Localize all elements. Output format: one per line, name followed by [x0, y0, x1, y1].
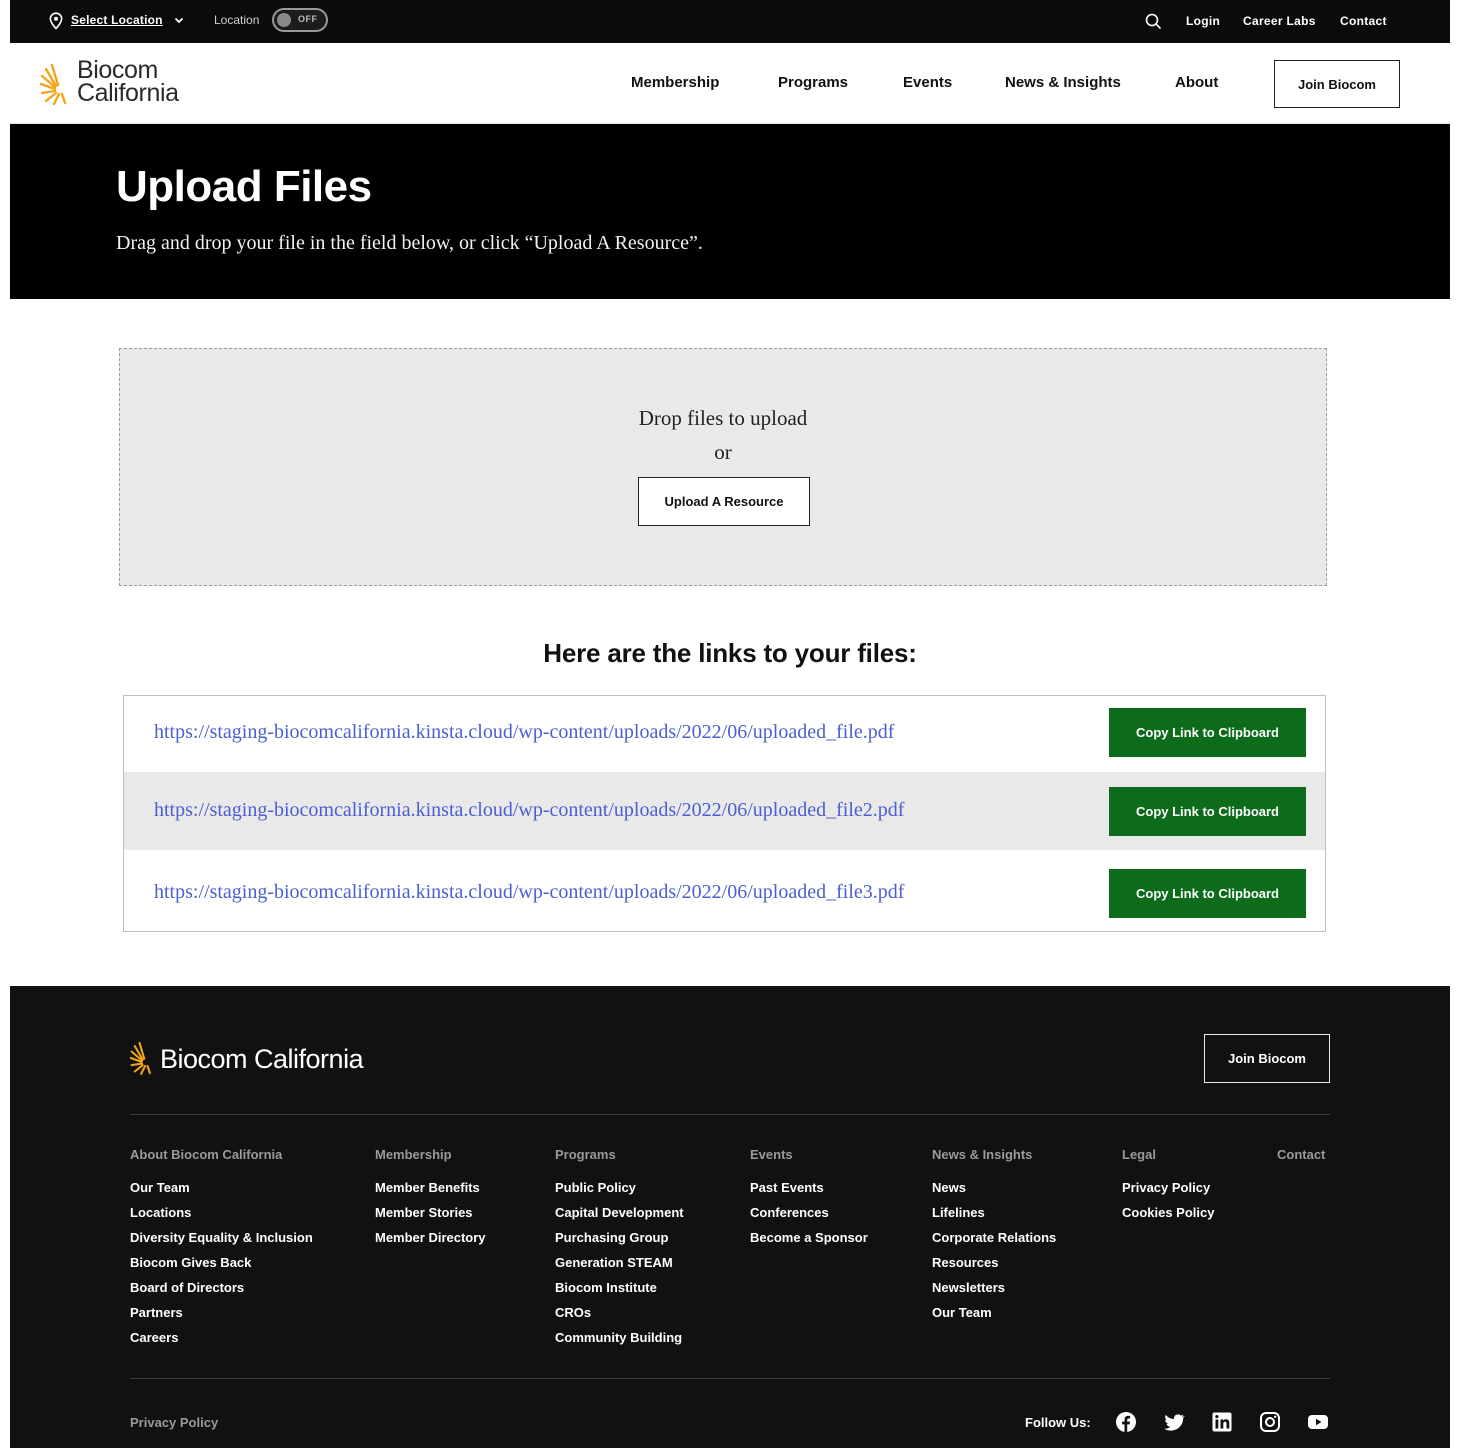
- footer-link[interactable]: Community Building: [555, 1330, 684, 1355]
- facebook-icon[interactable]: [1115, 1411, 1137, 1433]
- location-pin-icon: [49, 12, 63, 30]
- footer-col-heading: About Biocom California: [130, 1147, 283, 1162]
- footer-contact-heading[interactable]: Contact: [1277, 1147, 1325, 1180]
- footer-link[interactable]: Capital Development: [555, 1205, 684, 1230]
- footer-link[interactable]: Conferences: [750, 1205, 868, 1230]
- career-labs-link[interactable]: Career Labs: [1243, 14, 1316, 28]
- biocom-logo[interactable]: Biocom California: [40, 58, 210, 109]
- file-link-url[interactable]: https://staging-biocomcalifornia.kinsta.…: [154, 881, 904, 904]
- footer-col-events: Events Past Events Conferences Become a …: [750, 1147, 868, 1255]
- footer-link[interactable]: Member Stories: [375, 1205, 486, 1230]
- linkedin-icon[interactable]: [1211, 1411, 1233, 1433]
- toggle-state: OFF: [298, 14, 318, 24]
- nav-membership[interactable]: Membership: [631, 74, 719, 91]
- toggle-knob: [277, 13, 291, 27]
- footer-col-contact: Contact: [1277, 1147, 1325, 1180]
- page-title: Upload Files: [116, 162, 372, 211]
- footer-col-heading: Programs: [555, 1147, 616, 1162]
- select-location-link[interactable]: Select Location: [71, 13, 163, 27]
- footer-link[interactable]: Careers: [130, 1330, 313, 1355]
- footer-divider: [130, 1114, 1330, 1115]
- footer-link[interactable]: Biocom Gives Back: [130, 1255, 313, 1280]
- footer-link[interactable]: Privacy Policy: [1122, 1180, 1214, 1205]
- footer-link[interactable]: Become a Sponsor: [750, 1230, 868, 1255]
- footer-link[interactable]: Partners: [130, 1305, 313, 1330]
- footer-col-heading: Membership: [375, 1147, 452, 1162]
- footer-col-legal: Legal Privacy Policy Cookies Policy: [1122, 1147, 1214, 1230]
- drop-files-text: Drop files to upload: [638, 406, 808, 430]
- footer-col-about: About Biocom California Our Team Locatio…: [130, 1147, 313, 1355]
- file-links-table: https://staging-biocomcalifornia.kinsta.…: [123, 695, 1326, 932]
- file-drop-zone[interactable]: Drop files to upload or Upload A Resourc…: [119, 348, 1327, 586]
- nav-news-insights[interactable]: News & Insights: [1005, 74, 1121, 91]
- upload-resource-button[interactable]: Upload A Resource: [638, 477, 810, 526]
- instagram-icon[interactable]: [1259, 1411, 1281, 1433]
- footer-col-heading: Legal: [1122, 1147, 1156, 1162]
- file-link-url[interactable]: https://staging-biocomcalifornia.kinsta.…: [154, 799, 904, 822]
- copy-link-button[interactable]: Copy Link to Clipboard: [1109, 869, 1306, 918]
- chevron-down-icon[interactable]: [173, 14, 185, 26]
- youtube-icon[interactable]: [1307, 1411, 1329, 1433]
- footer-col-membership: Membership Member Benefits Member Storie…: [375, 1147, 486, 1255]
- hero-banner: Upload Files Drag and drop your file in …: [10, 124, 1450, 299]
- footer-logo-wordmark: Biocom California: [160, 1044, 364, 1074]
- contact-link[interactable]: Contact: [1340, 14, 1387, 28]
- footer-col-heading: Events: [750, 1147, 793, 1162]
- nav-events[interactable]: Events: [903, 74, 952, 91]
- footer-col-news: News & Insights News Lifelines Corporate…: [932, 1147, 1056, 1330]
- follow-us-label: Follow Us:: [1025, 1415, 1091, 1430]
- footer-link[interactable]: Locations: [130, 1205, 313, 1230]
- footer-link[interactable]: Purchasing Group: [555, 1230, 684, 1255]
- copy-link-button[interactable]: Copy Link to Clipboard: [1109, 708, 1306, 757]
- utility-bar: Select Location Location OFF Login Caree…: [10, 0, 1450, 43]
- nav-about[interactable]: About: [1175, 74, 1218, 91]
- footer-link[interactable]: CROs: [555, 1305, 684, 1330]
- drop-or-text: or: [714, 440, 732, 464]
- page-subtitle: Drag and drop your file in the field bel…: [116, 232, 703, 254]
- footer-link[interactable]: Newsletters: [932, 1280, 1056, 1305]
- file-link-url[interactable]: https://staging-biocomcalifornia.kinsta.…: [154, 721, 894, 744]
- footer-link[interactable]: Diversity Equality & Inclusion: [130, 1230, 313, 1255]
- sunburst-logo-icon: [130, 1041, 151, 1075]
- twitter-icon[interactable]: [1163, 1411, 1185, 1433]
- file-link-row: https://staging-biocomcalifornia.kinsta.…: [124, 772, 1325, 850]
- nav-programs[interactable]: Programs: [778, 74, 848, 91]
- copy-link-button[interactable]: Copy Link to Clipboard: [1109, 787, 1306, 836]
- footer-link[interactable]: Biocom Institute: [555, 1280, 684, 1305]
- search-icon[interactable]: [1145, 13, 1162, 30]
- footer-link[interactable]: Past Events: [750, 1180, 868, 1205]
- footer-link[interactable]: Board of Directors: [130, 1280, 313, 1305]
- footer-link[interactable]: Public Policy: [555, 1180, 684, 1205]
- join-biocom-button[interactable]: Join Biocom: [1274, 60, 1400, 108]
- footer-link[interactable]: Lifelines: [932, 1205, 1056, 1230]
- file-link-row: https://staging-biocomcalifornia.kinsta.…: [124, 850, 1325, 931]
- footer-link[interactable]: Resources: [932, 1255, 1056, 1280]
- file-link-row: https://staging-biocomcalifornia.kinsta.…: [124, 696, 1325, 772]
- footer-link[interactable]: Our Team: [932, 1305, 1056, 1330]
- footer-col-heading: News & Insights: [932, 1147, 1033, 1162]
- main-navigation: Biocom California Membership Programs Ev…: [10, 43, 1450, 124]
- links-heading: Here are the links to your files:: [543, 638, 917, 668]
- site-footer: Biocom California Join Biocom About Bioc…: [10, 986, 1450, 1448]
- footer-link[interactable]: Corporate Relations: [932, 1230, 1056, 1255]
- logo-line-2: California: [77, 79, 179, 107]
- footer-privacy-link[interactable]: Privacy Policy: [130, 1415, 218, 1430]
- location-toggle-label: Location: [214, 13, 260, 27]
- footer-link[interactable]: Cookies Policy: [1122, 1205, 1214, 1230]
- footer-link[interactable]: Member Directory: [375, 1230, 486, 1255]
- footer-col-programs: Programs Public Policy Capital Developme…: [555, 1147, 684, 1355]
- footer-link[interactable]: News: [932, 1180, 1056, 1205]
- location-toggle[interactable]: OFF: [272, 8, 328, 32]
- footer-logo[interactable]: Biocom California: [130, 1040, 430, 1080]
- footer-join-biocom-button[interactable]: Join Biocom: [1204, 1034, 1330, 1083]
- logo-wordmark: Biocom California: [77, 58, 179, 107]
- login-link[interactable]: Login: [1186, 14, 1220, 28]
- footer-link[interactable]: Our Team: [130, 1180, 313, 1205]
- footer-divider: [130, 1378, 1330, 1379]
- sunburst-logo-icon: [40, 63, 67, 105]
- footer-link[interactable]: Member Benefits: [375, 1180, 486, 1205]
- footer-link[interactable]: Generation STEAM: [555, 1255, 684, 1280]
